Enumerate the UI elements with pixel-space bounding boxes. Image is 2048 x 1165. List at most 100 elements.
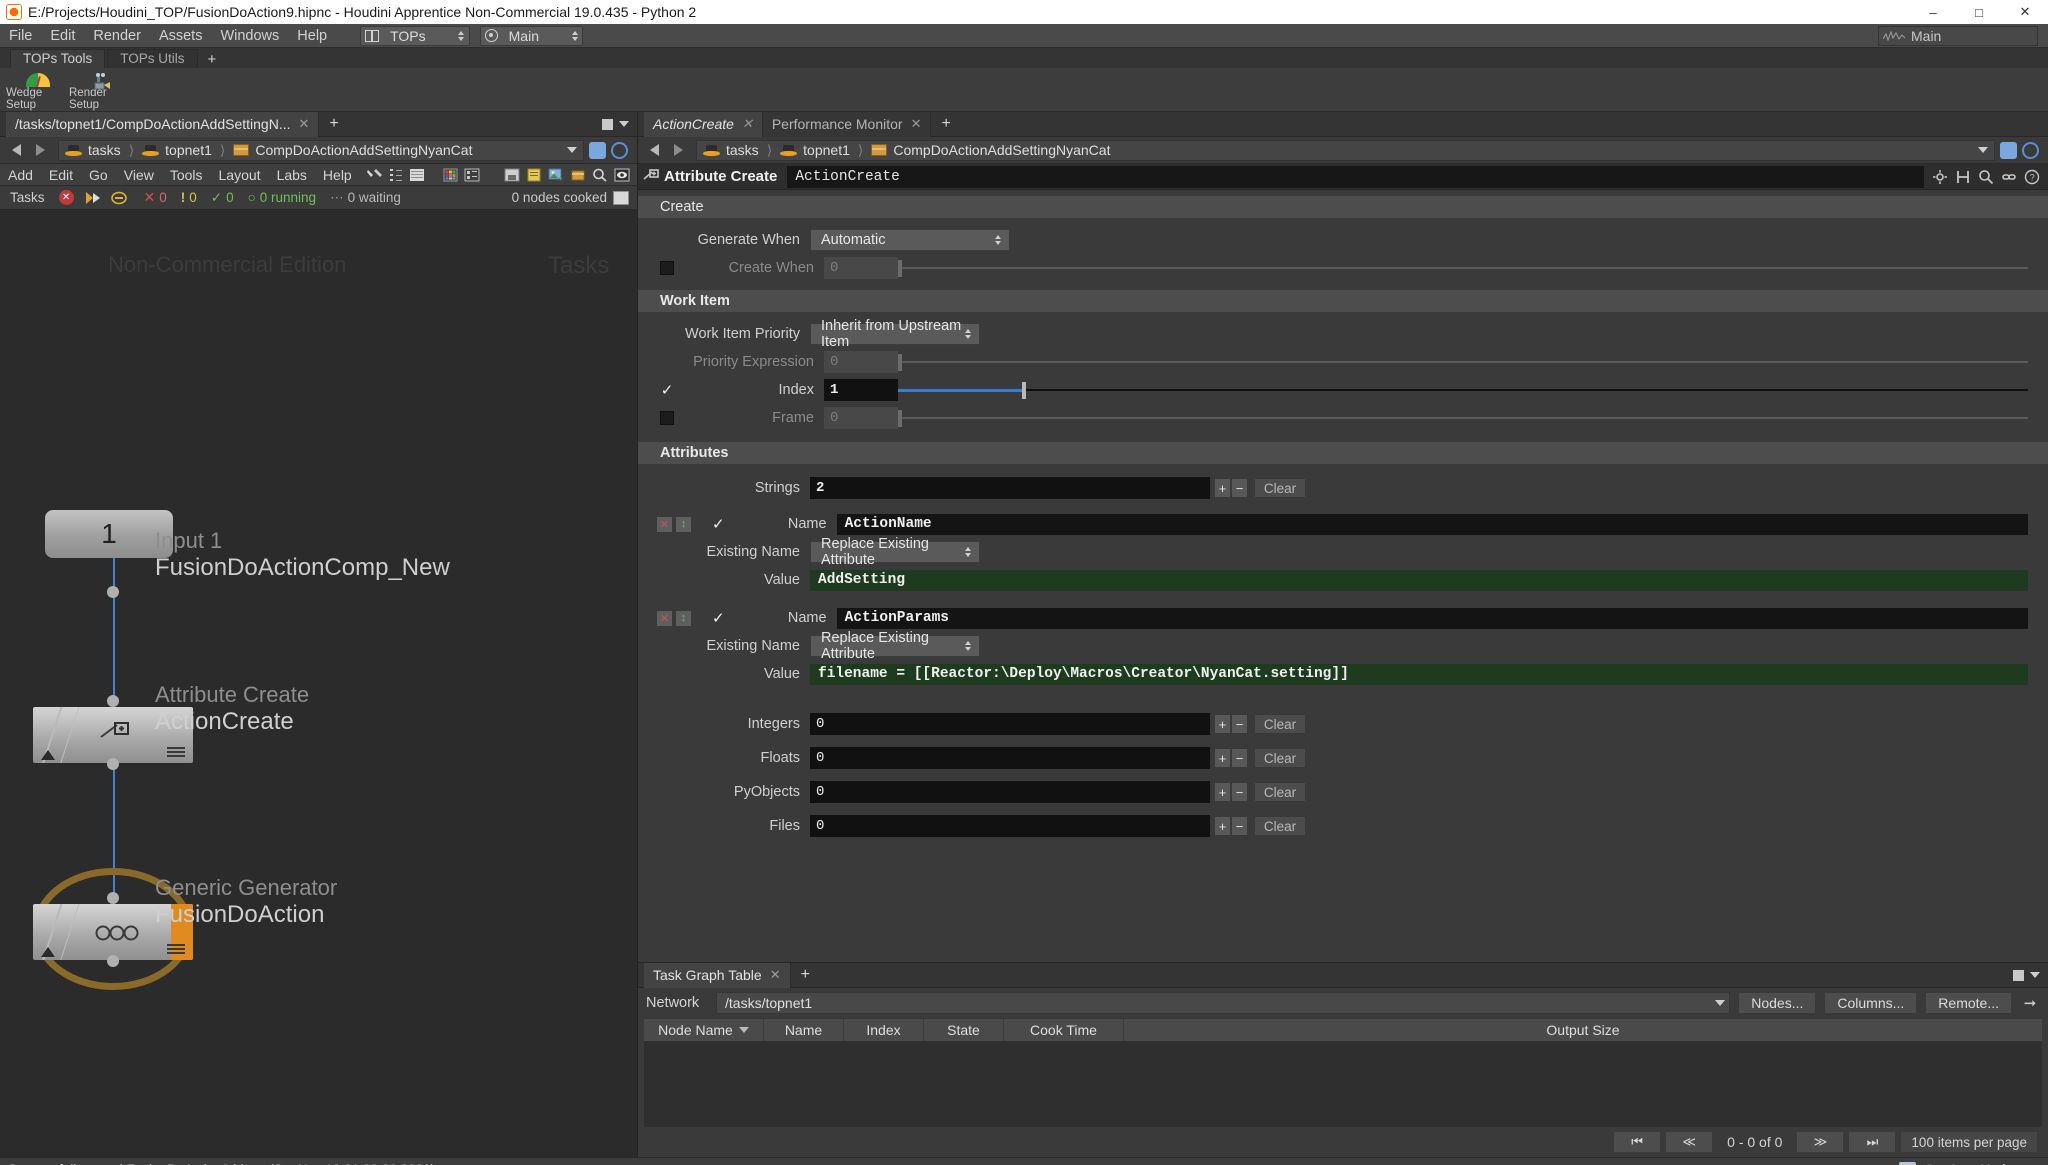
dirty-icon[interactable] xyxy=(110,190,130,206)
shelf-tab-tops-utils[interactable]: TOPs Utils xyxy=(107,49,198,68)
pin-icon[interactable] xyxy=(2000,141,2017,159)
frame-field[interactable]: 0 xyxy=(824,407,898,429)
menu-file[interactable]: File xyxy=(0,24,41,48)
create-when-slider[interactable] xyxy=(898,257,2028,279)
chevron-updown-icon[interactable] xyxy=(569,30,580,41)
chevron-down-icon[interactable] xyxy=(2030,972,2040,978)
minimize-button[interactable]: – xyxy=(1910,0,1956,24)
refresh-icon[interactable]: ↻ xyxy=(1926,1161,1939,1165)
files-clear-button[interactable]: Clear xyxy=(1254,816,1306,836)
integers-remove-button[interactable]: − xyxy=(1231,714,1248,734)
chevron-down-icon[interactable] xyxy=(567,147,577,153)
network-menu-view[interactable]: View xyxy=(116,164,162,186)
files-remove-button[interactable]: − xyxy=(1231,816,1248,836)
forward-button[interactable] xyxy=(28,140,52,160)
floats-remove-button[interactable]: − xyxy=(1231,748,1248,768)
close-button[interactable]: ✕ xyxy=(2002,0,2048,24)
node-name-field[interactable]: ActionCreate xyxy=(787,165,1924,188)
search-icon[interactable] xyxy=(591,167,609,183)
floats-count-field[interactable]: 0 xyxy=(810,747,1210,769)
node-input-connector[interactable] xyxy=(107,892,119,904)
context-selector[interactable]: TOPs xyxy=(360,25,470,46)
node-output-connector[interactable] xyxy=(107,758,119,770)
column-index[interactable]: Index xyxy=(844,1019,924,1041)
frame-slider[interactable] xyxy=(898,407,2028,429)
close-icon[interactable]: ✕ xyxy=(770,967,781,983)
houdini-h-icon[interactable] xyxy=(1955,169,1971,185)
floats-clear-button[interactable]: Clear xyxy=(1254,748,1306,768)
delete-icon[interactable]: ✕ xyxy=(656,515,673,533)
network-menu-tools[interactable]: Tools xyxy=(162,164,211,186)
network-menu-add[interactable]: Add xyxy=(0,164,41,186)
search-icon[interactable] xyxy=(1978,169,1994,185)
chevron-updown-icon[interactable] xyxy=(964,329,973,339)
pyobjects-count-field[interactable]: 0 xyxy=(810,781,1210,803)
desktop-selector[interactable]: Main xyxy=(479,25,583,46)
tree-icon[interactable] xyxy=(387,167,405,183)
column-node-name[interactable]: Node Name xyxy=(644,1019,764,1041)
cook-icon[interactable] xyxy=(84,190,103,206)
color-palette-icon[interactable] xyxy=(442,167,460,183)
maximize-pane-icon[interactable] xyxy=(602,118,613,130)
param-tab-performance-monitor[interactable]: Performance Monitor ✕ xyxy=(762,111,932,137)
close-icon[interactable]: ✕ xyxy=(298,116,309,132)
gear-icon[interactable] xyxy=(1932,169,1948,185)
network-menu-layout[interactable]: Layout xyxy=(211,164,269,186)
attribute-entry-1-name-field[interactable]: ActionName xyxy=(836,513,2028,535)
back-button[interactable] xyxy=(642,140,666,160)
network-path-input[interactable]: /tasks/topnet1 xyxy=(716,992,1731,1014)
task-graph-table-add-tab[interactable]: + xyxy=(791,966,820,984)
generate-when-dropdown[interactable]: Automatic xyxy=(810,229,1010,251)
chevron-updown-icon[interactable] xyxy=(964,641,973,651)
menu-help[interactable]: Help xyxy=(288,24,336,48)
note-icon[interactable] xyxy=(525,167,543,183)
menu-edit[interactable]: Edit xyxy=(41,24,84,48)
pyobjects-remove-button[interactable]: − xyxy=(1231,782,1248,802)
frame-toggle[interactable] xyxy=(660,411,674,425)
network-pane-tab[interactable]: /tasks/topnet1/CompDoActionAddSettingN..… xyxy=(6,111,320,137)
shelf-tab-tops-tools[interactable]: TOPs Tools xyxy=(10,49,106,68)
network-menu-labs[interactable]: Labs xyxy=(269,164,315,186)
snapshot-icon[interactable] xyxy=(503,167,521,183)
files-count-field[interactable]: 0 xyxy=(810,815,1210,837)
chevron-updown-icon[interactable] xyxy=(992,235,1003,245)
node-output-connector[interactable] xyxy=(107,586,119,598)
reorder-icon[interactable]: ↕ xyxy=(675,609,692,627)
prev-page-button[interactable]: ≪ xyxy=(1665,1131,1714,1153)
last-page-button[interactable]: ⏭ xyxy=(1848,1131,1897,1153)
maximize-button[interactable]: □ xyxy=(1956,0,2002,24)
strings-add-button[interactable]: + xyxy=(1214,478,1231,498)
help-icon[interactable]: ? xyxy=(2024,169,2040,185)
integers-count-field[interactable]: 0 xyxy=(810,713,1210,735)
breadcrumb-item-topnet1[interactable]: topnet1 ⟩ xyxy=(140,142,231,159)
reorder-icon[interactable]: ↕ xyxy=(675,515,692,533)
task-graph-table-tab[interactable]: Task Graph Table ✕ xyxy=(644,962,791,988)
index-slider[interactable] xyxy=(898,379,2028,401)
column-cook-time[interactable]: Cook Time xyxy=(1004,1019,1124,1041)
grid-select-icon[interactable] xyxy=(463,167,481,183)
work-item-priority-dropdown[interactable]: Inherit from Upstream Item xyxy=(810,318,980,350)
close-icon[interactable]: ✕ xyxy=(911,116,922,132)
shelf-tool-render-setup[interactable]: Render Setup xyxy=(69,70,132,111)
create-when-field[interactable]: 0 xyxy=(824,257,898,279)
task-graph-table-body[interactable] xyxy=(644,1042,2042,1127)
network-menu-edit[interactable]: Edit xyxy=(41,164,81,186)
forward-button[interactable] xyxy=(666,140,690,160)
priority-expression-slider[interactable] xyxy=(898,351,2028,373)
menu-assets[interactable]: Assets xyxy=(150,24,212,48)
target-icon[interactable] xyxy=(2022,141,2039,159)
breadcrumb-item-tasks[interactable]: tasks ⟩ xyxy=(63,142,140,159)
network-canvas[interactable]: Non-Commercial Edition Tasks 1 Input 1 F… xyxy=(0,210,637,1157)
sort-desc-icon[interactable] xyxy=(738,1027,749,1033)
pin-icon[interactable] xyxy=(589,141,606,159)
attribute-entry-1-value-field[interactable]: AddSetting xyxy=(810,569,2028,591)
box-icon[interactable] xyxy=(569,167,587,183)
chevron-down-icon[interactable] xyxy=(1715,1000,1726,1006)
parameter-body[interactable]: Create Generate When Automatic Create Wh… xyxy=(638,190,2048,962)
integers-clear-button[interactable]: Clear xyxy=(1254,714,1306,734)
files-add-button[interactable]: + xyxy=(1214,816,1231,836)
display-flag-icon[interactable] xyxy=(613,167,631,183)
shelf-add-tab-button[interactable]: + xyxy=(200,51,225,68)
create-when-toggle[interactable] xyxy=(660,261,674,275)
param-pane-add-tab[interactable]: + xyxy=(931,115,960,133)
